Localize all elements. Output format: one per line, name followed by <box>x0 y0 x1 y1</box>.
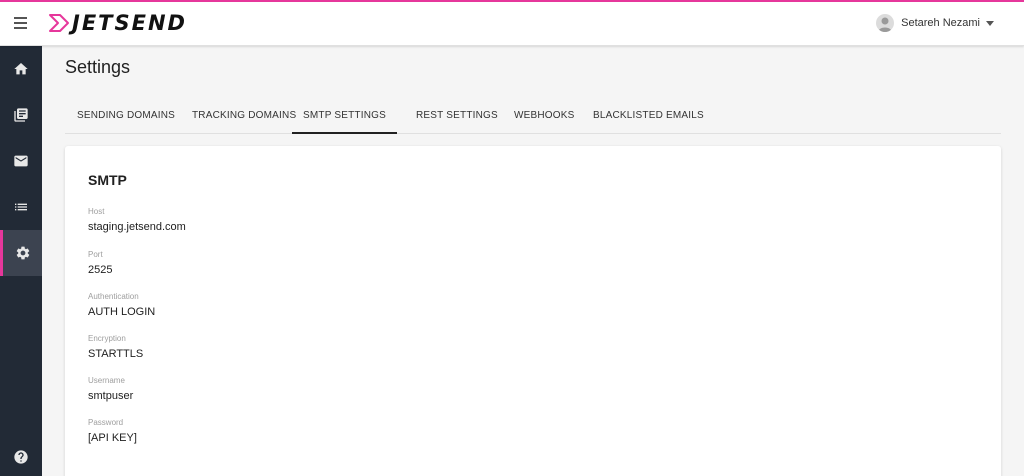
help-icon <box>14 450 28 464</box>
sidebar-item-home[interactable] <box>0 46 42 92</box>
home-icon <box>14 63 28 75</box>
username-label: Username <box>88 376 125 385</box>
user-menu[interactable]: Setareh Nezami <box>876 14 994 32</box>
sidebar-nav <box>0 46 42 476</box>
password-value: [API KEY] <box>88 432 137 444</box>
host-label: Host <box>88 207 105 216</box>
logo-mark-icon <box>49 14 69 32</box>
port-value: 2525 <box>88 264 113 276</box>
tab-blacklisted-emails[interactable]: BLACKLISTED EMAILS <box>593 102 704 134</box>
menu-icon[interactable] <box>12 14 32 32</box>
logo-text: JETSEND <box>72 11 187 35</box>
tab-rest-settings[interactable]: REST SETTINGS <box>416 102 498 134</box>
tab-smtp-settings[interactable]: SMTP SETTINGS <box>292 102 397 134</box>
jetsend-logo[interactable]: JETSEND <box>48 10 187 36</box>
sidebar-item-settings[interactable] <box>0 230 42 276</box>
settings-tabs: SENDING DOMAINS TRACKING DOMAINS SMTP SE… <box>65 102 1001 134</box>
card-title: SMTP <box>88 172 127 188</box>
page-title: Settings <box>65 57 131 77</box>
avatar <box>876 14 895 32</box>
encryption-value: STARTTLS <box>88 348 144 360</box>
username-value: smtpuser <box>88 390 134 402</box>
sidebar-item-help[interactable] <box>0 434 42 476</box>
top-app-bar: JETSEND Setareh Nezami <box>0 0 1024 46</box>
smtp-card: SMTP Host staging.jetsend.com Port 2525 … <box>65 146 1001 476</box>
host-value: staging.jetsend.com <box>88 221 186 233</box>
library-books-icon <box>14 108 28 122</box>
sidebar-item-library[interactable] <box>0 92 42 138</box>
mail-icon <box>14 155 28 167</box>
list-icon <box>15 203 27 211</box>
chevron-down-icon[interactable] <box>986 20 994 26</box>
tab-tracking-domains[interactable]: TRACKING DOMAINS <box>192 102 296 134</box>
user-name: Setareh Nezami <box>901 17 980 29</box>
sidebar-item-list[interactable] <box>0 184 42 230</box>
sidebar-item-mail[interactable] <box>0 138 42 184</box>
authentication-label: Authentication <box>88 292 139 301</box>
port-label: Port <box>88 250 103 259</box>
tab-sending-domains[interactable]: SENDING DOMAINS <box>77 102 175 134</box>
authentication-value: AUTH LOGIN <box>88 306 156 318</box>
main-content: Settings SENDING DOMAINS TRACKING DOMAIN… <box>42 46 1024 476</box>
tab-webhooks[interactable]: WEBHOOKS <box>514 102 575 134</box>
password-label: Password <box>88 418 124 427</box>
encryption-label: Encryption <box>88 334 126 343</box>
gear-icon <box>16 246 29 260</box>
